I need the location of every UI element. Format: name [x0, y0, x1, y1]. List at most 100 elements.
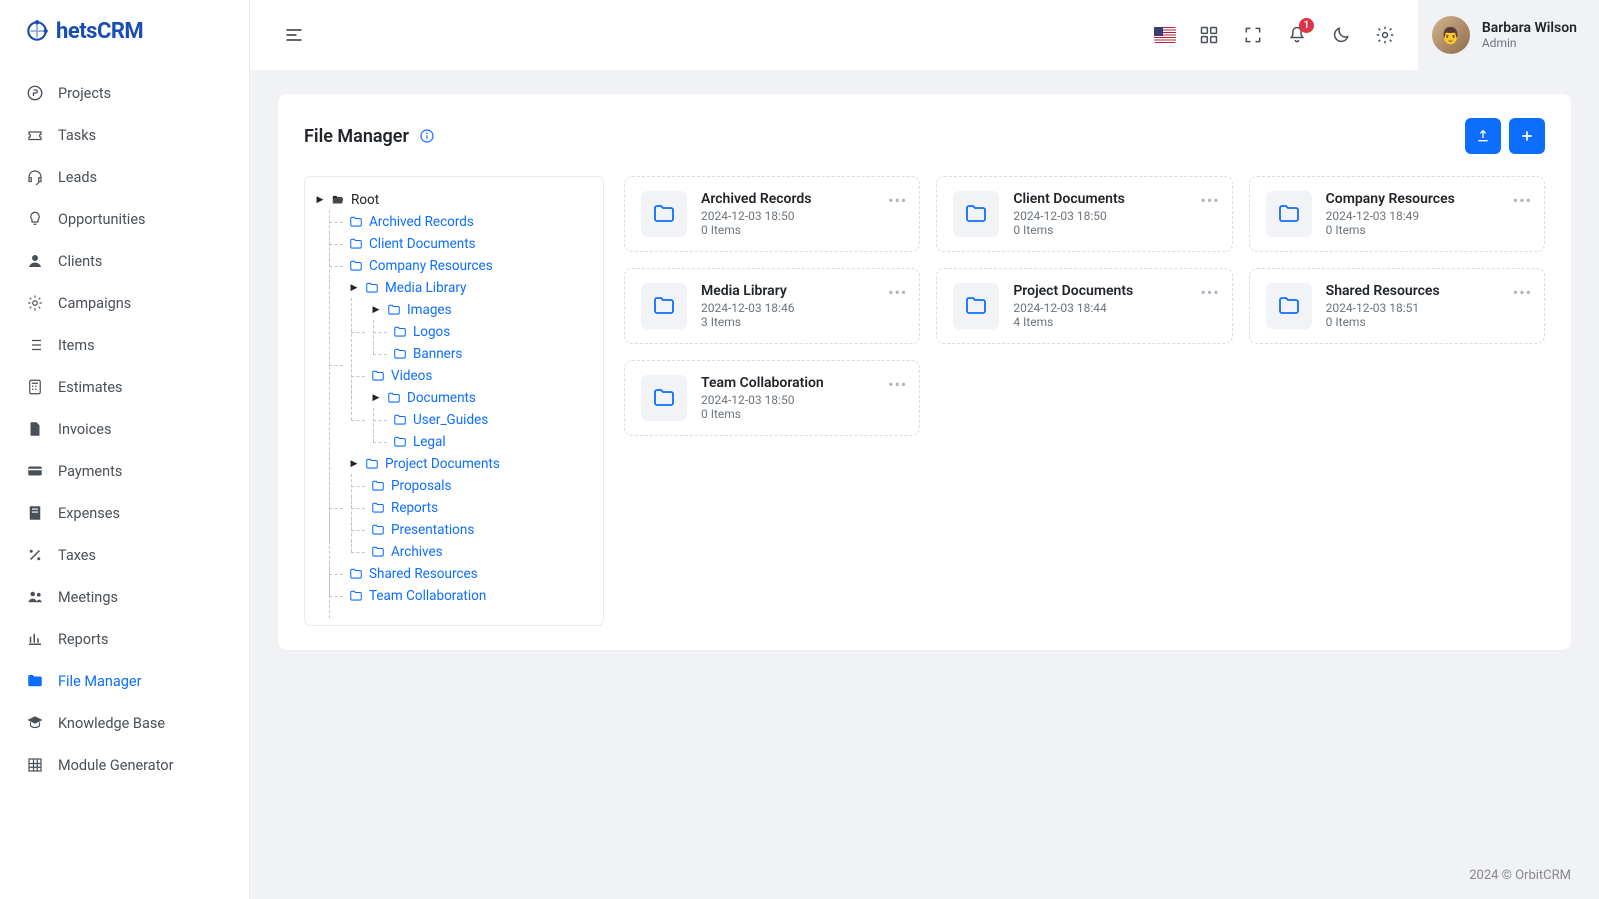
footer-text: 2024 © OrbitCRM: [250, 858, 1599, 899]
tree-node-banners[interactable]: Banners: [393, 343, 593, 365]
nav-label: Estimates: [58, 379, 123, 396]
tree-node-user-guides[interactable]: User_Guides: [393, 409, 593, 431]
sidebar-item-tasks[interactable]: Tasks: [0, 114, 249, 156]
tree-node-presentations[interactable]: Presentations: [371, 519, 593, 541]
folder-icon: [953, 283, 999, 329]
folder-card-client-documents[interactable]: Client Documents2024-12-03 18:500 Items•…: [936, 176, 1232, 252]
theme-toggle-icon[interactable]: [1330, 24, 1352, 46]
sidebar-item-module-generator[interactable]: Module Generator: [0, 744, 249, 786]
sidebar-item-meetings[interactable]: Meetings: [0, 576, 249, 618]
nav-label: Campaigns: [58, 295, 131, 312]
card-menu-icon[interactable]: •••: [888, 283, 907, 302]
fullscreen-icon[interactable]: [1242, 24, 1264, 46]
tree-root[interactable]: ▶Root: [315, 189, 593, 211]
tree-node-archived-records[interactable]: Archived Records: [349, 211, 593, 233]
card-date: 2024-12-03 18:46: [701, 301, 794, 315]
card-menu-icon[interactable]: •••: [1513, 191, 1532, 210]
tree-label: Reports: [391, 500, 438, 516]
tree-node-team-collaboration[interactable]: Team Collaboration: [349, 585, 593, 607]
nav-label: Tasks: [58, 127, 96, 144]
tree-node-proposals[interactable]: Proposals: [371, 475, 593, 497]
folder-card-archived-records[interactable]: Archived Records2024-12-03 18:500 Items•…: [624, 176, 920, 252]
sidebar-item-estimates[interactable]: Estimates: [0, 366, 249, 408]
tree-node-project-documents[interactable]: ▶ Project Documents: [349, 453, 593, 475]
percent-icon: [26, 546, 44, 564]
notification-badge: 1: [1299, 18, 1314, 33]
tree-node-videos[interactable]: Videos: [371, 365, 593, 387]
sidebar-item-invoices[interactable]: Invoices: [0, 408, 249, 450]
sidebar-item-knowledge-base[interactable]: Knowledge Base: [0, 702, 249, 744]
folder-icon: [393, 325, 407, 339]
sidebar-item-expenses[interactable]: Expenses: [0, 492, 249, 534]
sidebar-item-clients[interactable]: Clients: [0, 240, 249, 282]
us-flag-icon: [1154, 27, 1176, 43]
sidebar-item-projects[interactable]: Projects: [0, 72, 249, 114]
sidebar-item-file-manager[interactable]: File Manager: [0, 660, 249, 702]
tree-node-logos[interactable]: Logos: [393, 321, 593, 343]
receipt-icon: [26, 504, 44, 522]
tree-node-documents[interactable]: ▶Documents: [371, 387, 593, 409]
nav-label: Module Generator: [58, 757, 173, 774]
folder-icon: [349, 589, 363, 603]
card-items: 0 Items: [701, 223, 811, 237]
logo-mark-icon: [24, 18, 50, 44]
sidebar-item-items[interactable]: Items: [0, 324, 249, 366]
chevron-icon[interactable]: ▶: [371, 393, 381, 403]
upload-button[interactable]: [1465, 118, 1501, 154]
sidebar-item-taxes[interactable]: Taxes: [0, 534, 249, 576]
sidebar-item-opportunities[interactable]: Opportunities: [0, 198, 249, 240]
card-menu-icon[interactable]: •••: [1513, 283, 1532, 302]
menu-toggle[interactable]: [280, 21, 308, 49]
info-icon[interactable]: [419, 128, 435, 144]
folder-icon: [26, 672, 44, 690]
notifications-icon[interactable]: 1: [1286, 24, 1308, 46]
gear-icon: [26, 294, 44, 312]
logo[interactable]: hetsCRM: [0, 0, 249, 62]
sidebar-item-payments[interactable]: Payments: [0, 450, 249, 492]
tree-label: Team Collaboration: [369, 588, 486, 604]
sidebar-item-campaigns[interactable]: Campaigns: [0, 282, 249, 324]
folder-icon: [1266, 283, 1312, 329]
folder-icon: [365, 281, 379, 295]
user-menu[interactable]: 👨 Barbara Wilson Admin: [1418, 0, 1599, 70]
sidebar-item-leads[interactable]: Leads: [0, 156, 249, 198]
tree-label: Project Documents: [385, 456, 500, 472]
apps-icon[interactable]: [1198, 24, 1220, 46]
chevron-icon[interactable]: ▶: [371, 305, 381, 315]
tree-node-legal[interactable]: Legal: [393, 431, 593, 453]
tree-node-company-resources[interactable]: Company Resources: [349, 255, 593, 277]
chevron-icon[interactable]: ▶: [349, 459, 359, 469]
folder-card-company-resources[interactable]: Company Resources2024-12-03 18:490 Items…: [1249, 176, 1545, 252]
tree-node-client-documents[interactable]: Client Documents: [349, 233, 593, 255]
card-date: 2024-12-03 18:51: [1326, 301, 1440, 315]
chevron-icon[interactable]: ▶: [315, 195, 325, 205]
nav-label: Clients: [58, 253, 102, 270]
tree-node-archives[interactable]: Archives: [371, 541, 593, 563]
settings-icon[interactable]: [1374, 24, 1396, 46]
folder-card-team-collaboration[interactable]: Team Collaboration2024-12-03 18:500 Item…: [624, 360, 920, 436]
card-menu-icon[interactable]: •••: [888, 191, 907, 210]
add-button[interactable]: [1509, 118, 1545, 154]
nav-label: Leads: [58, 169, 97, 186]
folder-card-project-documents[interactable]: Project Documents2024-12-03 18:444 Items…: [936, 268, 1232, 344]
folder-icon: [387, 391, 401, 405]
language-flag[interactable]: [1154, 24, 1176, 46]
tree-node-shared-resources[interactable]: Shared Resources: [349, 563, 593, 585]
sidebar-item-reports[interactable]: Reports: [0, 618, 249, 660]
tree-node-reports[interactable]: Reports: [371, 497, 593, 519]
nav-label: File Manager: [58, 673, 142, 690]
card-menu-icon[interactable]: •••: [888, 375, 907, 394]
chevron-icon[interactable]: ▶: [349, 283, 359, 293]
tree-node-images[interactable]: ▶Images: [371, 299, 593, 321]
card-menu-icon[interactable]: •••: [1200, 191, 1219, 210]
folder-cards: Archived Records2024-12-03 18:500 Items•…: [624, 176, 1545, 436]
card-items: 0 Items: [1326, 223, 1455, 237]
folder-card-media-library[interactable]: Media Library2024-12-03 18:463 Items•••: [624, 268, 920, 344]
chart-icon: [26, 630, 44, 648]
card-menu-icon[interactable]: •••: [1200, 283, 1219, 302]
folder-card-shared-resources[interactable]: Shared Resources2024-12-03 18:510 Items•…: [1249, 268, 1545, 344]
tree-label: User_Guides: [413, 412, 488, 428]
tree-node-media-library[interactable]: ▶Media Library: [349, 277, 593, 299]
folder-icon: [387, 303, 401, 317]
tree-label: Banners: [413, 346, 462, 362]
